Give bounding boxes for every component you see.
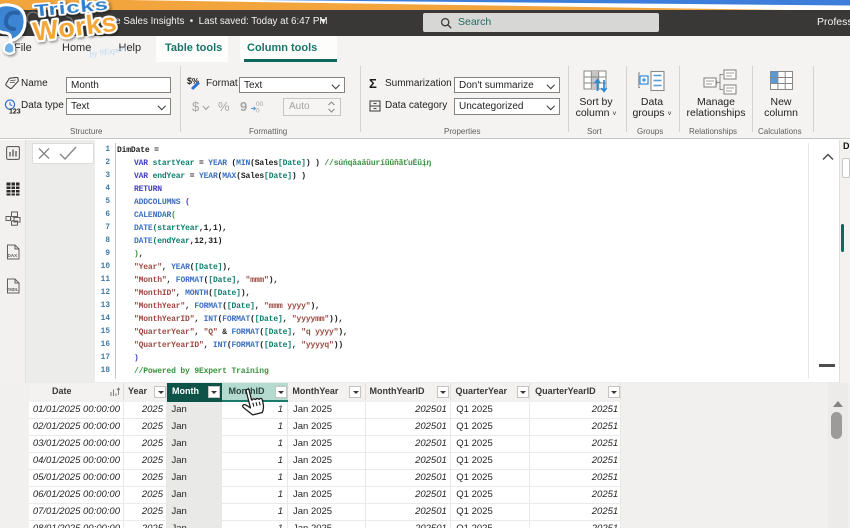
svg-text:0: 0 [256,108,260,114]
svg-text:by 9Expert: by 9Expert [89,43,128,59]
svg-text:123: 123 [9,109,21,116]
